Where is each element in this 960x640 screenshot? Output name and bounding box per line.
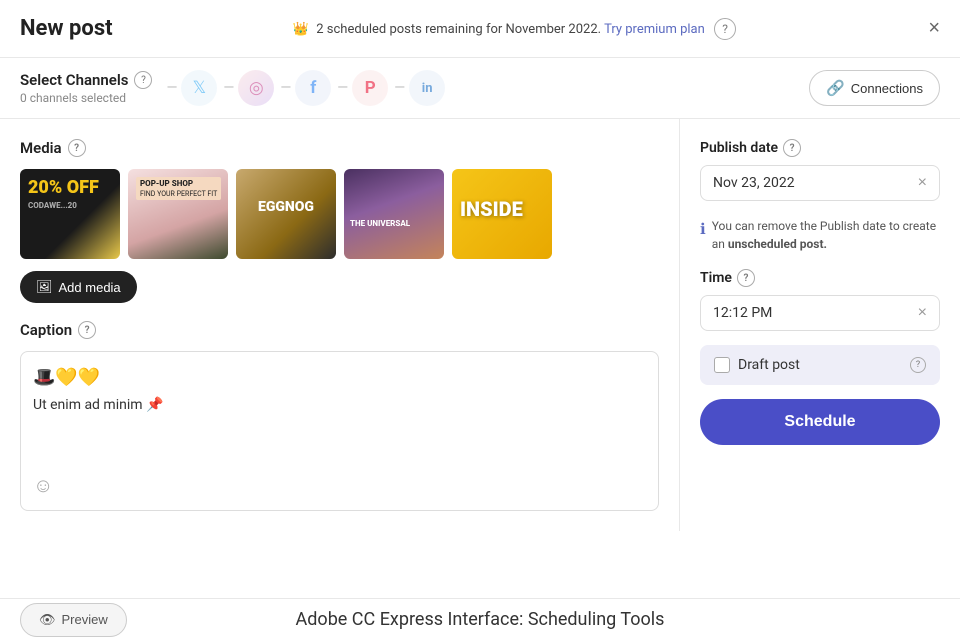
close-button[interactable]: × bbox=[928, 17, 940, 40]
twitter-channel-icon[interactable]: 𝕏 bbox=[181, 70, 217, 106]
channels-list: — 𝕏 — ◎ — f — P — in bbox=[166, 70, 809, 106]
media-thumb-2[interactable]: POP-UP SHOPFIND YOUR PERFECT FIT bbox=[128, 169, 228, 259]
draft-checkbox[interactable] bbox=[714, 357, 730, 373]
facebook-channel-icon[interactable]: f bbox=[295, 70, 331, 106]
linkedin-channel-icon[interactable]: in bbox=[409, 70, 445, 106]
channels-label: Select Channels bbox=[20, 71, 128, 89]
right-panel: Publish date ? Nov 23, 2022 × ℹ You can … bbox=[680, 119, 960, 531]
time-value: 12:12 PM bbox=[713, 305, 918, 321]
draft-label: Draft post bbox=[738, 357, 902, 373]
thumb-3-label: EGGNOG bbox=[236, 199, 336, 216]
channel-item-twitter: — 𝕏 bbox=[166, 70, 217, 106]
thumb-1-label: 20% Off CodaWe...20 bbox=[28, 177, 99, 210]
bottom-bar: 👁 Preview Adobe CC Express Interface: Sc… bbox=[0, 598, 960, 640]
emoji-picker-icon[interactable]: ☺ bbox=[33, 473, 53, 498]
page-title: New post bbox=[20, 16, 113, 41]
caption-text[interactable]: Ut enim ad minim 📌 bbox=[33, 395, 646, 416]
media-label: Media bbox=[20, 139, 62, 157]
time-text: Time bbox=[700, 270, 732, 286]
time-input[interactable]: 12:12 PM × bbox=[700, 295, 940, 331]
crown-icon: 👑 bbox=[293, 22, 309, 37]
media-section-title: Media ? bbox=[20, 139, 659, 157]
caption-emoji-line: 🎩💛💛 bbox=[33, 364, 646, 391]
add-media-button[interactable]: 🖼 Add media bbox=[20, 271, 137, 303]
media-thumb-3[interactable]: EGGNOG bbox=[236, 169, 336, 259]
channels-label-row: Select Channels ? bbox=[20, 71, 166, 89]
connections-icon: 🔗 bbox=[826, 79, 845, 97]
media-thumb-1[interactable]: 20% Off CodaWe...20 bbox=[20, 169, 120, 259]
publish-date-help-icon[interactable]: ? bbox=[783, 139, 801, 157]
connections-button[interactable]: 🔗 Connections bbox=[809, 70, 940, 106]
caption-label: Caption bbox=[20, 321, 72, 339]
add-media-label: Add media bbox=[59, 280, 121, 295]
thumb-5-label: INSIDE bbox=[460, 197, 523, 221]
premium-link[interactable]: Try premium plan bbox=[604, 22, 705, 37]
caption-help-icon[interactable]: ? bbox=[78, 321, 96, 339]
add-media-icon: 🖼 bbox=[36, 279, 53, 295]
schedule-button[interactable]: Schedule bbox=[700, 399, 940, 445]
publish-date-info: ℹ You can remove the Publish date to cre… bbox=[700, 217, 940, 253]
caption-section: Caption ? 🎩💛💛 Ut enim ad minim 📌 ☺ bbox=[20, 321, 659, 511]
media-thumb-4[interactable]: THE UNIVERSAL bbox=[344, 169, 444, 259]
publish-date-value: Nov 23, 2022 bbox=[713, 175, 918, 191]
preview-label: Preview bbox=[62, 612, 108, 627]
notice-help-icon[interactable]: ? bbox=[714, 18, 736, 40]
bottom-title: Adobe CC Express Interface: Scheduling T… bbox=[296, 609, 665, 630]
channels-help-icon[interactable]: ? bbox=[134, 71, 152, 89]
header: New post 👑 2 scheduled posts remaining f… bbox=[0, 0, 960, 58]
thumb-2-label: POP-UP SHOPFIND YOUR PERFECT FIT bbox=[136, 177, 221, 200]
channels-selected-text: 0 channels selected bbox=[20, 91, 166, 105]
media-help-icon[interactable]: ? bbox=[68, 139, 86, 157]
channel-item-linkedin: — in bbox=[394, 70, 445, 106]
preview-button[interactable]: 👁 Preview bbox=[20, 603, 127, 637]
thumb-4-label: THE UNIVERSAL bbox=[350, 219, 410, 229]
channels-row: Select Channels ? 0 channels selected — … bbox=[0, 58, 960, 119]
pinterest-channel-icon[interactable]: P bbox=[352, 70, 388, 106]
notice-text: 2 scheduled posts remaining for November… bbox=[316, 22, 601, 37]
media-grid: 20% Off CodaWe...20 POP-UP SHOPFIND YOUR… bbox=[20, 169, 659, 259]
channel-dash: — bbox=[280, 80, 291, 96]
connections-label: Connections bbox=[851, 81, 923, 96]
media-thumb-5[interactable]: INSIDE bbox=[452, 169, 552, 259]
channel-dash: — bbox=[337, 80, 348, 96]
publish-date-label: Publish date ? bbox=[700, 139, 940, 157]
info-icon: ℹ bbox=[700, 218, 706, 241]
caption-section-title: Caption ? bbox=[20, 321, 659, 339]
caption-box[interactable]: 🎩💛💛 Ut enim ad minim 📌 ☺ bbox=[20, 351, 659, 511]
header-notice: 👑 2 scheduled posts remaining for Novemb… bbox=[113, 18, 917, 40]
info-text: You can remove the Publish date to creat… bbox=[712, 217, 940, 253]
publish-date-input[interactable]: Nov 23, 2022 × bbox=[700, 165, 940, 201]
channels-label-group: Select Channels ? 0 channels selected bbox=[20, 71, 166, 105]
time-label: Time ? bbox=[700, 269, 940, 287]
publish-date-section: Publish date ? Nov 23, 2022 × bbox=[700, 139, 940, 201]
clear-date-button[interactable]: × bbox=[918, 174, 927, 192]
time-help-icon[interactable]: ? bbox=[737, 269, 755, 287]
left-panel: Media ? 20% Off CodaWe...20 POP-UP SHOPF… bbox=[0, 119, 680, 531]
draft-row[interactable]: Draft post ? bbox=[700, 345, 940, 385]
draft-help-icon[interactable]: ? bbox=[910, 357, 926, 373]
clear-time-button[interactable]: × bbox=[918, 304, 927, 322]
channel-dash: — bbox=[166, 80, 177, 96]
instagram-channel-icon[interactable]: ◎ bbox=[238, 70, 274, 106]
caption-content: 🎩💛💛 Ut enim ad minim 📌 bbox=[33, 364, 646, 416]
channel-item-pinterest: — P bbox=[337, 70, 388, 106]
main-content: Media ? 20% Off CodaWe...20 POP-UP SHOPF… bbox=[0, 119, 960, 531]
caption-emoji-bar: ☺ bbox=[33, 465, 646, 498]
channel-item-facebook: — f bbox=[280, 70, 331, 106]
publish-date-text: Publish date bbox=[700, 140, 778, 156]
channel-item-instagram: — ◎ bbox=[223, 70, 274, 106]
channel-dash: — bbox=[223, 80, 234, 96]
preview-icon: 👁 bbox=[39, 612, 56, 628]
channel-dash: — bbox=[394, 80, 405, 96]
info-bold-text: unscheduled post. bbox=[728, 237, 827, 251]
